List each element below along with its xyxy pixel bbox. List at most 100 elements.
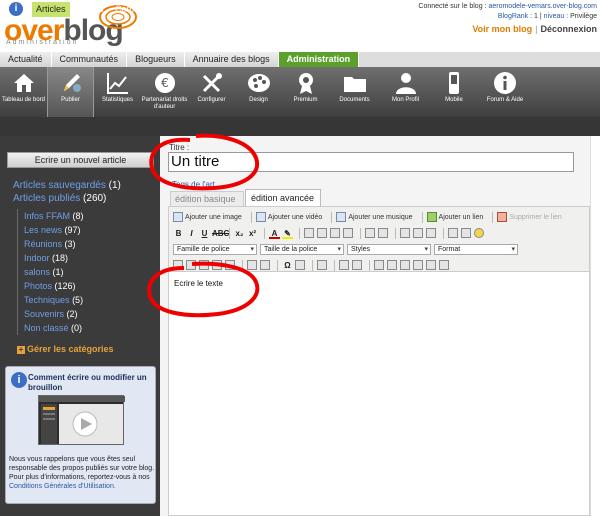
add-link-button[interactable]: Ajouter un lien [426, 212, 483, 222]
deconnexion-link[interactable]: Déconnexion [540, 24, 597, 34]
iconbar-configurer[interactable]: Configurer [188, 67, 235, 117]
strike-button[interactable]: ABC [212, 228, 229, 239]
iconbar-forum-aide[interactable]: Forum & Aide [477, 67, 533, 117]
new-article-button[interactable]: Ecrire un nouvel article [7, 152, 154, 168]
table-col-button[interactable] [400, 260, 410, 270]
align-left-button[interactable] [304, 228, 314, 238]
copy-button[interactable] [186, 260, 196, 270]
find-button[interactable] [247, 260, 257, 270]
connected-blog-link[interactable]: aeromodele-vemars.over-blog.com [488, 3, 597, 10]
replace-button[interactable] [260, 260, 270, 270]
font-size-select[interactable]: Taille de la police [260, 243, 344, 255]
category-item[interactable]: Techniques (5) [18, 293, 147, 307]
help-title-link[interactable]: Comment écrire ou modifier un brouillon [28, 373, 153, 393]
cleanup-button[interactable] [448, 228, 458, 238]
smiley-icon[interactable] [474, 228, 484, 238]
table-split-button[interactable] [426, 260, 436, 270]
add-image-button[interactable]: Ajouter une image [173, 212, 242, 222]
category-item[interactable]: Infos FFAM (8) [18, 209, 147, 223]
image-icon [173, 212, 183, 222]
remove-link-button[interactable]: Supprimer le lien [497, 212, 562, 222]
bullet-list-button[interactable] [365, 228, 375, 238]
iconbar-partenariat[interactable]: € Partenariat droits d'auteur [141, 67, 188, 117]
align-right-button[interactable] [330, 228, 340, 238]
tools-icon [202, 73, 222, 93]
editor-content-area[interactable] [168, 272, 590, 516]
tab-annuaire[interactable]: Annuaire des blogs [184, 52, 279, 67]
tab-blogueurs[interactable]: Blogueurs [127, 52, 185, 67]
category-item[interactable]: Réunions (3) [18, 237, 147, 251]
format-select[interactable]: Format [434, 243, 518, 255]
published-articles-link[interactable]: Articles publiés (260) [13, 193, 106, 204]
paste-word-button[interactable] [225, 260, 235, 270]
iconbar-design[interactable]: Design [235, 67, 282, 117]
title-input[interactable]: Un titre [168, 152, 574, 172]
editor-content-text[interactable]: Ecrire le texte [174, 279, 223, 288]
iconbar-publier[interactable]: Publier [47, 67, 94, 117]
align-justify-button[interactable] [343, 228, 353, 238]
iconbar-documents[interactable]: Documents [329, 67, 380, 117]
anchor-button[interactable] [426, 228, 436, 238]
underline-button[interactable]: U [199, 228, 210, 239]
table-props-button[interactable] [439, 260, 449, 270]
niveau-label[interactable]: niveau : [544, 13, 569, 20]
page-scrollbar[interactable] [590, 136, 600, 516]
category-item[interactable]: Non classé (0) [18, 321, 147, 335]
table-row-button[interactable] [387, 260, 397, 270]
subnav-pages[interactable]: Pages [78, 2, 104, 17]
blogrank-label[interactable]: BlogRank : [498, 13, 532, 20]
category-item[interactable]: Les news (97) [18, 223, 147, 237]
subscript-button[interactable]: x₂ [234, 228, 245, 239]
styles-select[interactable]: Styles [347, 243, 431, 255]
iconbar-tableau-de-bord[interactable]: Tableau de bord [0, 67, 47, 117]
subnav-newsletters[interactable]: Newsletters [186, 2, 233, 17]
hr-button[interactable] [339, 260, 349, 270]
unlink-button[interactable] [413, 228, 423, 238]
tab-actualite[interactable]: Actualité [0, 52, 52, 67]
text-color-button[interactable]: A [269, 228, 280, 239]
spellcheck-button[interactable] [295, 260, 305, 270]
admin-iconbar: Tableau de bord Publier Statistiques € P… [0, 67, 600, 117]
voir-mon-blog-link[interactable]: Voir mon blog [472, 24, 532, 34]
manage-categories-link[interactable]: + Gérer les catégories [17, 344, 114, 354]
paste-button[interactable] [199, 260, 209, 270]
tab-edition-basique[interactable]: édition basique [170, 191, 244, 206]
add-music-button[interactable]: Ajouter une musique [336, 212, 413, 222]
edit-html-button[interactable] [317, 260, 327, 270]
font-family-select[interactable]: Famille de police [173, 243, 257, 255]
subnav-commentaires[interactable]: Commentaires [115, 2, 174, 17]
code-button[interactable] [461, 228, 471, 238]
saved-articles-link[interactable]: Articles sauvegardés (1) [13, 180, 121, 191]
tags-link[interactable]: Tags de l'art [172, 180, 215, 189]
iconbar-mobile[interactable]: Mobile [431, 67, 477, 117]
highlight-button[interactable]: ✎ [282, 228, 293, 239]
tab-communautes[interactable]: Communautés [51, 52, 128, 67]
iconbar-premium[interactable]: Premium [282, 67, 329, 117]
cut-button[interactable] [173, 260, 183, 270]
paste-text-button[interactable] [212, 260, 222, 270]
category-item[interactable]: Souvenirs (2) [18, 307, 147, 321]
iconbar-statistiques[interactable]: Statistiques [94, 67, 141, 117]
tab-administration[interactable]: Administration [278, 52, 360, 67]
category-item[interactable]: salons (1) [18, 265, 147, 279]
bold-button[interactable]: B [173, 228, 184, 239]
align-center-button[interactable] [317, 228, 327, 238]
numbered-list-button[interactable] [378, 228, 388, 238]
category-item[interactable]: Photos (126) [18, 279, 147, 293]
help-info-icon[interactable]: i [9, 2, 23, 16]
add-video-button[interactable]: Ajouter une vidéo [255, 212, 322, 222]
help-video-thumbnail[interactable] [38, 395, 125, 445]
link-button[interactable] [400, 228, 410, 238]
subnav-articles[interactable]: Articles [32, 2, 70, 17]
niveau-value: Privilège [570, 13, 597, 20]
superscript-button[interactable]: x² [247, 228, 258, 239]
iconbar-mon-profil[interactable]: Mon Profil [380, 67, 431, 117]
table-button[interactable] [374, 260, 384, 270]
table-merge-button[interactable] [413, 260, 423, 270]
tab-edition-avancee[interactable]: édition avancée [245, 189, 321, 206]
cgu-link[interactable]: Conditions Générales d'Utilisation. [9, 483, 116, 490]
fullscreen-button[interactable] [352, 260, 362, 270]
special-char-button[interactable]: Ω [282, 260, 293, 271]
italic-button[interactable]: I [186, 228, 197, 239]
category-item[interactable]: Indoor (18) [18, 251, 147, 265]
